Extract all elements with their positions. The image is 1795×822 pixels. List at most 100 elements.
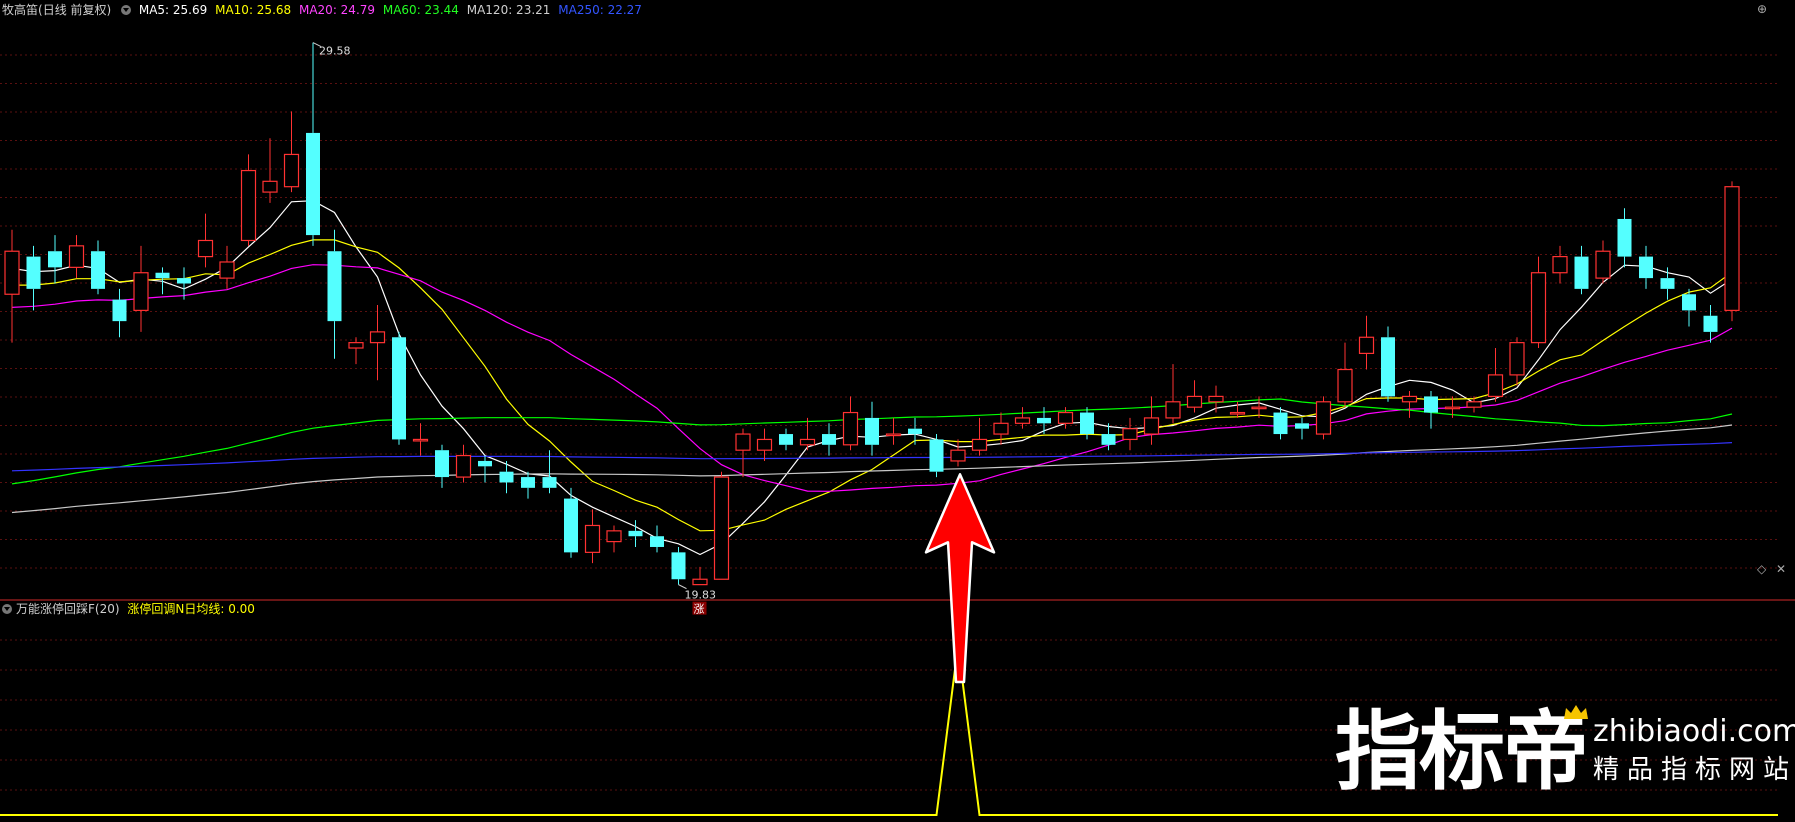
candle-body-up — [348, 342, 364, 349]
ma20-label: MA20: 24.79 — [298, 3, 376, 17]
candle-body-up — [1057, 411, 1074, 424]
candle-body-up — [240, 169, 257, 242]
candle — [327, 229, 342, 359]
candle — [1014, 407, 1031, 429]
candle-body-up — [692, 578, 708, 586]
candle — [392, 331, 406, 445]
candle — [455, 444, 472, 483]
candle — [606, 525, 622, 553]
candle — [865, 401, 879, 456]
candle-body-up — [1122, 428, 1138, 441]
candle — [756, 428, 773, 461]
collapse-icon[interactable] — [2, 604, 12, 614]
candle — [1617, 208, 1632, 268]
indicator-value-label: 涨停回调N日均线: 0.00 — [127, 602, 255, 616]
candle — [1143, 396, 1160, 445]
candle-body-up — [283, 153, 300, 188]
candle — [1358, 315, 1375, 370]
signal-arrow — [924, 473, 996, 684]
candle-body-down — [112, 299, 127, 322]
candle — [929, 434, 944, 478]
candle-body-down — [48, 251, 62, 268]
candle-body-up — [1014, 417, 1031, 424]
candle-body-up — [197, 239, 214, 258]
kline-chart-canvas[interactable]: 29.5819.83涨 — [0, 0, 1795, 822]
candle-body-down — [779, 434, 793, 445]
candle-body-down — [177, 278, 191, 284]
candle-body-up — [606, 530, 622, 543]
candle — [671, 546, 686, 585]
candle-body-up — [1466, 401, 1482, 408]
candle-body-up — [993, 422, 1009, 435]
candle-body-down — [26, 256, 41, 289]
candle — [1639, 245, 1653, 289]
candle-body-down — [306, 132, 320, 236]
limit-up-tag: 涨 — [694, 603, 705, 616]
candle-body-down — [521, 477, 535, 488]
candle-body-down — [628, 530, 643, 537]
candle-body-down — [1424, 396, 1438, 413]
candle-body-up — [133, 272, 149, 311]
candle-body-down — [908, 428, 922, 435]
candle — [240, 154, 257, 246]
candle-body-up — [1315, 401, 1332, 435]
candle — [1509, 337, 1525, 386]
ma250-label: MA250: 22.27 — [558, 3, 642, 17]
candle — [1660, 267, 1675, 300]
candle — [521, 471, 535, 499]
candle-body-down — [1295, 423, 1309, 429]
candle — [197, 213, 214, 268]
candle — [68, 235, 85, 279]
collapse-icon[interactable] — [121, 5, 132, 15]
stock-name[interactable]: 牧高笛 — [2, 3, 38, 17]
candle — [1186, 380, 1203, 413]
candle — [799, 417, 816, 451]
candle — [478, 455, 492, 483]
candle — [26, 245, 41, 311]
candle-body-up — [756, 438, 773, 451]
scroll-up-icon[interactable]: ⊕ — [1757, 2, 1767, 16]
candle-body-down — [1660, 278, 1675, 289]
candle-body-up — [713, 476, 730, 580]
candle — [650, 525, 664, 553]
candle-body-up — [1208, 395, 1224, 403]
candle — [219, 245, 235, 289]
candle-body-down — [91, 251, 105, 289]
candle — [1682, 288, 1696, 327]
candle-body-down — [1080, 412, 1094, 435]
candle-body-up — [971, 438, 988, 451]
candle — [713, 471, 730, 580]
candle — [306, 42, 320, 246]
candle-body-down — [1381, 337, 1395, 397]
candle-body-up — [369, 331, 386, 344]
candle — [262, 138, 278, 203]
candle — [1401, 391, 1418, 418]
panel-close-icon[interactable]: ✕ — [1776, 562, 1786, 576]
candle — [1530, 256, 1547, 349]
candle-body-up — [1595, 250, 1611, 279]
candle-body-down — [155, 272, 170, 279]
candle — [1552, 245, 1568, 284]
candle-body-down — [542, 477, 557, 488]
candle-body-down — [650, 536, 664, 547]
candle — [1122, 417, 1138, 451]
candle — [1165, 364, 1181, 424]
candle — [822, 423, 836, 456]
candle-body-up — [1358, 336, 1375, 354]
moving-average-lines — [11, 200, 1733, 556]
panel-menu-icon[interactable]: ◇ — [1757, 562, 1766, 576]
high-label: 29.58 — [319, 45, 351, 58]
candle — [885, 417, 902, 445]
candle-body-up — [1337, 368, 1353, 403]
candle — [4, 229, 20, 343]
candle-body-up — [1509, 342, 1525, 376]
candle-body-down — [564, 498, 578, 553]
candle-body-up — [1530, 272, 1547, 344]
candle — [348, 337, 364, 365]
candle — [735, 428, 751, 478]
indicator-name[interactable]: 万能涨停回踩F(20) — [16, 602, 120, 616]
candle — [435, 444, 449, 488]
candle-body-down — [671, 552, 686, 580]
candle-body-up — [1552, 256, 1568, 274]
candle-body-up — [1487, 374, 1504, 398]
